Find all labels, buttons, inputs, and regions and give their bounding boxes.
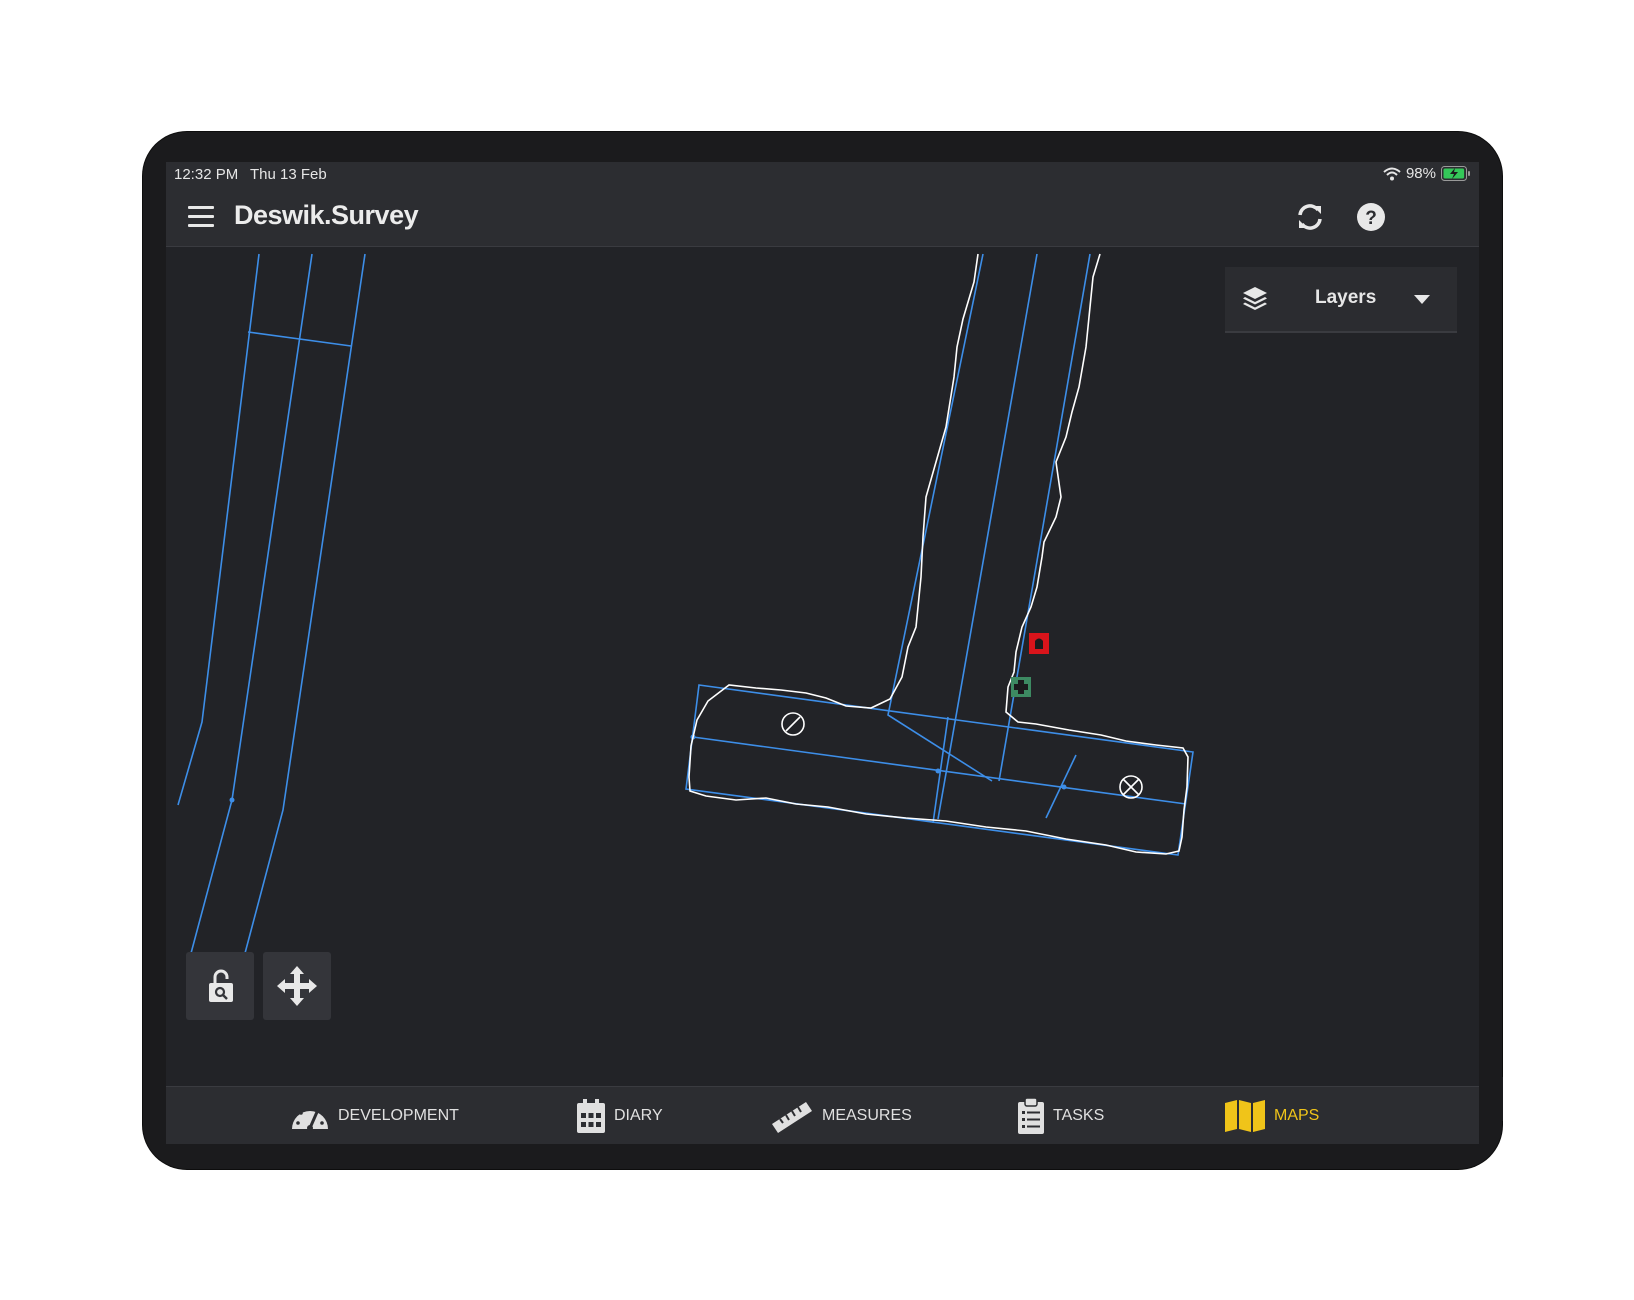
drift-lines-main [685, 253, 1194, 856]
survey-cross-marker[interactable] [1119, 775, 1143, 799]
tab-tasks[interactable]: TASKS [1017, 1087, 1104, 1144]
layers-label: Layers [1315, 287, 1377, 308]
tab-maps[interactable]: MAPS [1224, 1087, 1319, 1144]
tab-label: DEVELOPMENT [338, 1107, 459, 1124]
sync-icon[interactable] [1295, 202, 1325, 236]
tab-label: DIARY [614, 1107, 663, 1124]
tab-label: MEASURES [822, 1107, 912, 1124]
lock-map-button[interactable] [186, 952, 254, 1020]
battery-percent: 98% [1405, 165, 1436, 182]
wifi-icon [1383, 167, 1401, 180]
first-aid-icon[interactable] [1011, 677, 1031, 697]
drift-lines-left [177, 253, 366, 958]
move-arrows-icon [277, 966, 317, 1006]
status-right: 98% [1383, 165, 1471, 182]
pan-map-button[interactable] [263, 952, 331, 1020]
device-side-button [1496, 1077, 1503, 1121]
device-bottom-button [1318, 1163, 1360, 1169]
status-time: 12:32 PM [174, 166, 239, 183]
scan-outline [688, 253, 1189, 855]
tab-development[interactable]: DEVELOPMENT [290, 1087, 459, 1144]
refuge-chamber-icon[interactable] [1029, 633, 1049, 654]
status-bar: 12:32 PM Thu 13 Feb 98% [166, 162, 1479, 188]
tab-label: TASKS [1053, 1107, 1105, 1124]
screen: 12:32 PM Thu 13 Feb 98% Deswik.Survey ? … [166, 162, 1479, 1144]
app-title: Deswik.Survey [234, 200, 419, 230]
unlock-search-icon [209, 969, 233, 1002]
hamburger-menu-icon[interactable] [188, 206, 214, 228]
tab-label: MAPS [1274, 1107, 1320, 1124]
map-canvas[interactable] [166, 247, 1479, 1047]
status-date: Thu 13 Feb [250, 166, 327, 183]
bottom-tab-bar: DEVELOPMENT DIARY MEASURES TASKS MAPS [166, 1086, 1479, 1144]
layers-dropdown[interactable]: Layers [1225, 267, 1457, 333]
calendar-icon [577, 1099, 605, 1133]
help-icon[interactable]: ? [1356, 202, 1386, 236]
gauge-icon [292, 1106, 328, 1131]
chevron-down-icon [1414, 295, 1430, 304]
tab-measures[interactable]: MEASURES [770, 1087, 912, 1144]
clipboard-icon [1018, 1097, 1044, 1134]
ruler-icon [772, 1102, 812, 1133]
map-icon [1225, 1100, 1265, 1132]
tab-diary[interactable]: DIARY [576, 1087, 663, 1144]
device-bottom-button [1375, 1163, 1417, 1169]
battery-charging-icon [1441, 166, 1470, 181]
svg-text:?: ? [1365, 208, 1377, 229]
layers-icon [1243, 287, 1267, 310]
app-bar: Deswik.Survey ? [166, 188, 1479, 247]
survey-station-marker[interactable] [781, 712, 805, 736]
